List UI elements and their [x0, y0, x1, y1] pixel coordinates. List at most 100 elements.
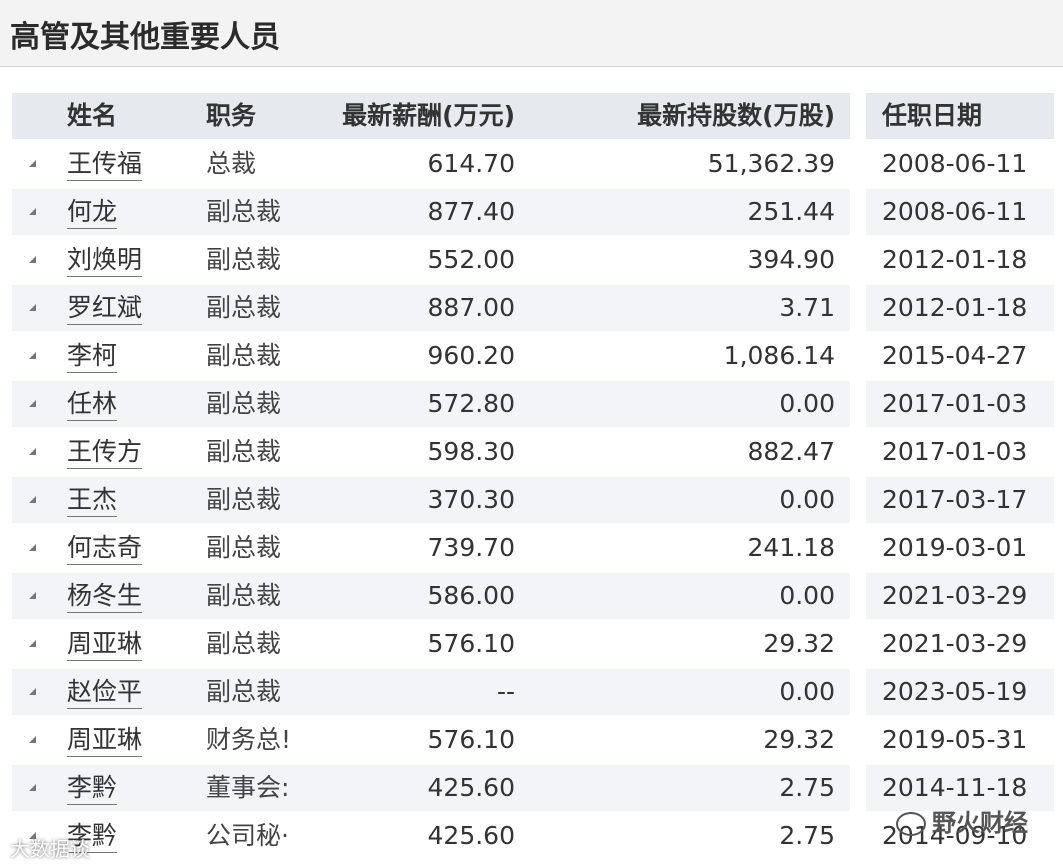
name-link[interactable]: 李黔 — [67, 773, 118, 805]
table-header-row: 姓名 职务 最新薪酬(万元) 最新持股数(万股) 任职日期 — [0, 92, 1063, 140]
name-link[interactable]: 赵俭平 — [67, 677, 143, 709]
shares-cell: 2.75 — [779, 821, 835, 850]
name-link[interactable]: 杨冬生 — [67, 581, 143, 613]
table-row[interactable]: 王传方 副总裁 598.30 882.47 2017-01-03 — [0, 428, 1063, 476]
shares-cell: 2.75 — [779, 773, 835, 802]
name-cell[interactable]: 何志奇 — [67, 524, 177, 572]
column-header-date[interactable]: 任职日期 — [882, 92, 1052, 140]
name-link[interactable]: 刘焕明 — [67, 245, 143, 277]
shares-cell: 882.47 — [747, 437, 835, 466]
position-cell: 董事会: — [206, 773, 290, 802]
table-row[interactable]: 何志奇 副总裁 739.70 241.18 2019-03-01 — [0, 524, 1063, 572]
name-cell[interactable]: 李黔 — [67, 764, 177, 812]
expand-triangle-icon[interactable] — [29, 640, 36, 647]
expand-triangle-icon[interactable] — [29, 256, 36, 263]
name-cell[interactable]: 杨冬生 — [67, 572, 177, 620]
salary-cell: 598.30 — [427, 437, 515, 466]
table-row[interactable]: 李柯 副总裁 960.20 1,086.14 2015-04-27 — [0, 332, 1063, 380]
shares-cell: 29.32 — [763, 629, 835, 658]
shares-cell: 0.00 — [779, 389, 835, 418]
salary-cell: 572.80 — [427, 389, 515, 418]
name-cell[interactable]: 赵俭平 — [67, 668, 177, 716]
shares-cell: 394.90 — [747, 245, 835, 274]
date-cell: 2008-06-11 — [882, 197, 1028, 226]
name-link[interactable]: 何龙 — [67, 197, 118, 229]
name-cell[interactable]: 刘焕明 — [67, 236, 177, 284]
salary-cell: 887.00 — [427, 293, 515, 322]
name-cell[interactable]: 罗红斌 — [67, 284, 177, 332]
expand-triangle-icon[interactable] — [29, 208, 36, 215]
expand-triangle-icon[interactable] — [29, 544, 36, 551]
position-cell: 公司秘· — [206, 821, 289, 850]
expand-triangle-icon[interactable] — [29, 688, 36, 695]
table-row[interactable]: 周亚琳 副总裁 576.10 29.32 2021-03-29 — [0, 620, 1063, 668]
name-cell[interactable]: 周亚琳 — [67, 620, 177, 668]
column-header-position[interactable]: 职务 — [206, 92, 296, 140]
salary-cell: 370.30 — [427, 485, 515, 514]
position-cell: 副总裁 — [206, 389, 282, 418]
expand-triangle-icon[interactable] — [29, 736, 36, 743]
name-link[interactable]: 罗红斌 — [67, 293, 143, 325]
table-row[interactable]: 任林 副总裁 572.80 0.00 2017-01-03 — [0, 380, 1063, 428]
name-link[interactable]: 李柯 — [67, 341, 118, 373]
section-title: 高管及其他重要人员 — [10, 20, 280, 55]
name-cell[interactable]: 王传福 — [67, 140, 177, 188]
expand-triangle-icon[interactable] — [29, 352, 36, 359]
position-cell: 副总裁 — [206, 677, 282, 706]
table-row[interactable]: 周亚琳 财务总! 576.10 29.32 2019-05-31 — [0, 716, 1063, 764]
expand-triangle-icon[interactable] — [29, 784, 36, 791]
expand-triangle-icon[interactable] — [29, 592, 36, 599]
shares-cell: 241.18 — [747, 533, 835, 562]
name-link[interactable]: 王传方 — [67, 437, 143, 469]
name-link[interactable]: 王传福 — [67, 149, 143, 181]
name-cell[interactable]: 王杰 — [67, 476, 177, 524]
position-cell: 副总裁 — [206, 197, 282, 226]
position-cell: 副总裁 — [206, 245, 282, 274]
table-row[interactable]: 赵俭平 副总裁 -- 0.00 2023-05-19 — [0, 668, 1063, 716]
name-link[interactable]: 何志奇 — [67, 533, 143, 565]
name-cell[interactable]: 周亚琳 — [67, 716, 177, 764]
salary-cell: 552.00 — [427, 245, 515, 274]
table-row[interactable]: 王传福 总裁 614.70 51,362.39 2008-06-11 — [0, 140, 1063, 188]
column-header-name[interactable]: 姓名 — [67, 92, 177, 140]
name-cell[interactable]: 王传方 — [67, 428, 177, 476]
name-cell[interactable]: 何龙 — [67, 188, 177, 236]
date-cell: 2019-05-31 — [882, 725, 1028, 754]
salary-cell: 425.60 — [427, 773, 515, 802]
salary-cell: 739.70 — [427, 533, 515, 562]
name-link[interactable]: 任林 — [67, 389, 118, 421]
section-header: 高管及其他重要人员 — [0, 0, 1063, 67]
salary-cell: 576.10 — [427, 629, 515, 658]
position-cell: 总裁 — [206, 149, 257, 178]
name-cell[interactable]: 李柯 — [67, 332, 177, 380]
expand-triangle-icon[interactable] — [29, 400, 36, 407]
shares-cell: 29.32 — [763, 725, 835, 754]
shares-cell: 1,086.14 — [723, 341, 835, 370]
table-row[interactable]: 何龙 副总裁 877.40 251.44 2008-06-11 — [0, 188, 1063, 236]
date-cell: 2017-01-03 — [882, 389, 1028, 418]
executives-table: 姓名 职务 最新薪酬(万元) 最新持股数(万股) 任职日期 王传福 总裁 614.7… — [0, 92, 1063, 860]
column-header-salary[interactable]: 最新薪酬(万元) — [300, 92, 515, 140]
table-row[interactable]: 杨冬生 副总裁 586.00 0.00 2021-03-29 — [0, 572, 1063, 620]
shares-cell: 251.44 — [747, 197, 835, 226]
table-row[interactable]: 罗红斌 副总裁 887.00 3.71 2012-01-18 — [0, 284, 1063, 332]
column-header-shares[interactable]: 最新持股数(万股) — [540, 92, 835, 140]
table-row[interactable]: 刘焕明 副总裁 552.00 394.90 2012-01-18 — [0, 236, 1063, 284]
salary-cell: 586.00 — [427, 581, 515, 610]
date-cell: 2023-05-19 — [882, 677, 1028, 706]
expand-triangle-icon[interactable] — [29, 448, 36, 455]
date-cell: 2015-04-27 — [882, 341, 1028, 370]
name-link[interactable]: 周亚琳 — [67, 725, 143, 757]
name-cell[interactable]: 任林 — [67, 380, 177, 428]
expand-triangle-icon[interactable] — [29, 496, 36, 503]
table-row[interactable]: 王杰 副总裁 370.30 0.00 2017-03-17 — [0, 476, 1063, 524]
position-cell: 副总裁 — [206, 533, 282, 562]
expand-triangle-icon[interactable] — [29, 160, 36, 167]
expand-triangle-icon[interactable] — [29, 304, 36, 311]
shares-cell: 51,362.39 — [707, 149, 835, 178]
position-cell: 副总裁 — [206, 485, 282, 514]
watermark-right: 野火财经 — [896, 803, 1028, 838]
name-link[interactable]: 周亚琳 — [67, 629, 143, 661]
name-link[interactable]: 王杰 — [67, 485, 118, 517]
salary-cell: 576.10 — [427, 725, 515, 754]
